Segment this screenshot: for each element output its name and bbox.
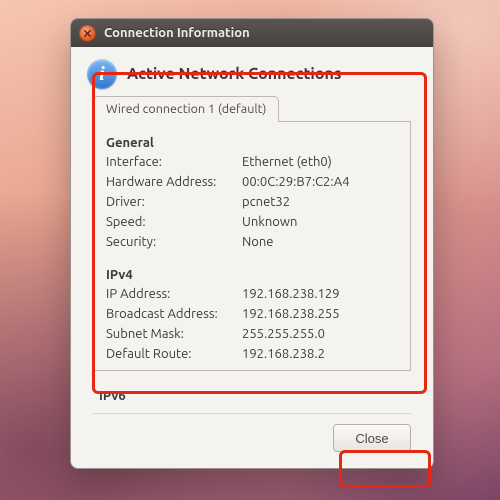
value-broadcast: 192.168.238.255 — [242, 304, 340, 324]
label-driver: Driver: — [106, 192, 242, 212]
row-ip-address: IP Address:192.168.238.129 — [106, 284, 398, 304]
value-subnet: 255.255.255.0 — [242, 324, 325, 344]
row-default-route: Default Route:192.168.238.2 — [106, 344, 398, 364]
label-broadcast: Broadcast Address: — [106, 304, 242, 324]
value-driver: pcnet32 — [242, 192, 290, 212]
value-security: None — [242, 232, 274, 252]
value-speed: Unknown — [242, 212, 297, 232]
label-interface: Interface: — [106, 152, 242, 172]
info-icon: i — [87, 59, 117, 89]
page-title: Active Network Connections — [127, 65, 341, 83]
close-button[interactable]: Close — [333, 424, 411, 452]
section-general-heading: General — [106, 136, 398, 150]
label-hardware-address: Hardware Address: — [106, 172, 242, 192]
section-ipv4-heading: IPv4 — [106, 268, 398, 282]
label-subnet: Subnet Mask: — [106, 324, 242, 344]
row-speed: Speed:Unknown — [106, 212, 398, 232]
connection-details-panel: General Interface:Ethernet (eth0) Hardwa… — [93, 122, 411, 371]
row-subnet: Subnet Mask:255.255.255.0 — [106, 324, 398, 344]
tab-wired-connection-1[interactable]: Wired connection 1 (default) — [93, 96, 279, 122]
label-ip-address: IP Address: — [106, 284, 242, 304]
value-hardware-address: 00:0C:29:B7:C2:A4 — [242, 172, 350, 192]
value-default-route: 192.168.238.2 — [242, 344, 325, 364]
label-security: Security: — [106, 232, 242, 252]
section-ipv6-heading: IPv6 — [93, 381, 411, 411]
label-default-route: Default Route: — [106, 344, 242, 364]
label-speed: Speed: — [106, 212, 242, 232]
titlebar[interactable]: Connection Information — [71, 19, 433, 47]
row-hardware-address: Hardware Address:00:0C:29:B7:C2:A4 — [106, 172, 398, 192]
connection-info-window: Connection Information i Active Network … — [70, 18, 434, 469]
row-security: Security:None — [106, 232, 398, 252]
value-interface: Ethernet (eth0) — [242, 152, 332, 172]
row-broadcast: Broadcast Address:192.168.238.255 — [106, 304, 398, 324]
window-title: Connection Information — [104, 26, 250, 40]
close-icon[interactable] — [79, 25, 96, 42]
separator — [93, 413, 411, 414]
value-ip-address: 192.168.238.129 — [242, 284, 340, 304]
row-driver: Driver:pcnet32 — [106, 192, 398, 212]
row-interface: Interface:Ethernet (eth0) — [106, 152, 398, 172]
tabs: Wired connection 1 (default) — [93, 95, 411, 122]
